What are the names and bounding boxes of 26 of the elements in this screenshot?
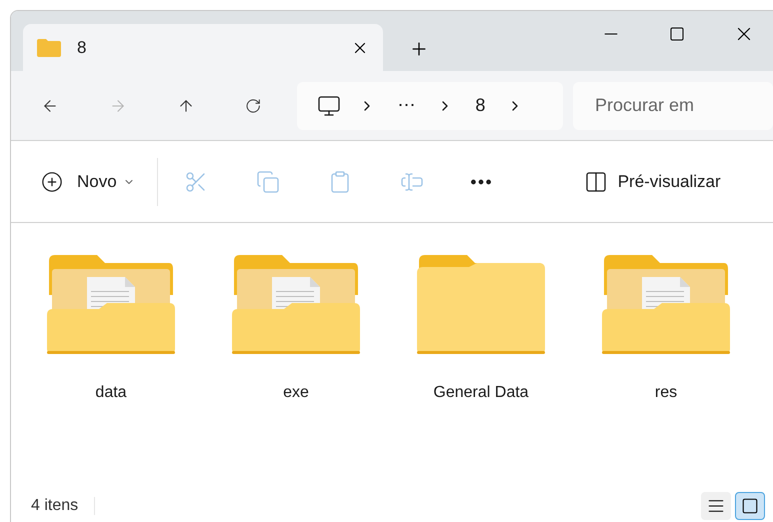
folder-name[interactable]: General Data <box>433 381 529 405</box>
item-count: 4 itens <box>31 496 78 516</box>
tab-title: 8 <box>77 36 86 59</box>
breadcrumb[interactable]: ⋯ <box>397 92 416 119</box>
address-bar[interactable]: ⋯ 8 <box>297 82 564 130</box>
breadcrumb[interactable]: 8 <box>475 92 486 119</box>
computer-icon <box>317 94 342 118</box>
square-icon <box>741 497 759 515</box>
preview-button[interactable]: Pré-visualizar <box>584 168 721 194</box>
tiles-view-button[interactable] <box>735 492 765 520</box>
folder-name[interactable]: data <box>95 381 127 405</box>
folder-with-document-icon <box>232 255 360 355</box>
folder-icon <box>37 38 61 56</box>
folder-name[interactable]: exe <box>283 381 309 405</box>
details-view-button[interactable] <box>701 492 731 520</box>
list-icon <box>707 497 725 515</box>
preview-pane-icon <box>584 170 608 194</box>
search-field[interactable]: Procurar em <box>573 82 773 130</box>
folder-name[interactable]: res <box>654 381 678 405</box>
folder-with-document-icon <box>47 255 175 355</box>
new-button[interactable]: Novo <box>41 168 135 194</box>
maximize-icon[interactable] <box>669 26 685 42</box>
plus-icon <box>41 170 63 192</box>
folder-with-document-icon <box>602 255 730 355</box>
tab[interactable]: 8 <box>23 24 383 71</box>
folder-icon <box>417 255 545 355</box>
